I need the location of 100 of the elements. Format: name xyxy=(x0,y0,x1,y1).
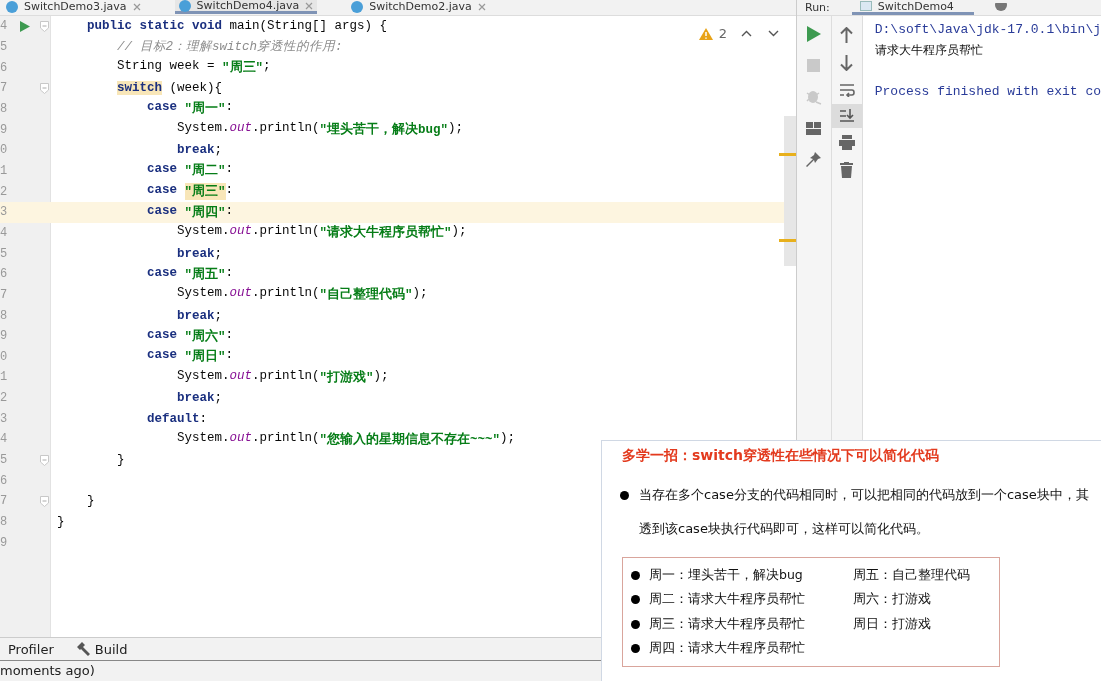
slide-title: 多学一招：switch穿透性在些情况下可以简化代码 xyxy=(622,447,941,465)
code-text: .println( xyxy=(252,286,320,303)
tool-window-button[interactable]: Profiler xyxy=(8,641,54,657)
line-number: 1 xyxy=(0,370,9,385)
string-literal: "周六" xyxy=(184,328,226,345)
code-text: : xyxy=(199,411,208,426)
bullet-text: 当存在多个case分支的代码相同时，可以把相同的代码放到一个case块中，其 xyxy=(639,486,1089,504)
keyword: case xyxy=(147,162,178,179)
warning-marker[interactable] xyxy=(779,239,796,242)
fold-icon[interactable] xyxy=(40,20,49,32)
scrollbar[interactable] xyxy=(784,116,796,266)
list-item-text: 周四：请求大牛程序员帮忙 xyxy=(649,640,805,658)
line-number: 5 xyxy=(0,40,9,54)
line-number: 6 xyxy=(0,267,9,282)
string-literal: "周三" xyxy=(222,59,264,77)
hammer-icon xyxy=(75,642,90,656)
bullet-icon xyxy=(631,570,640,580)
down-arrow-icon[interactable] xyxy=(840,55,854,71)
string-literal: "周一" xyxy=(184,100,226,118)
field-name: out xyxy=(229,430,253,447)
print-icon[interactable] xyxy=(838,135,855,150)
line-number: 0 xyxy=(0,143,9,158)
string-literal: "自己整理代码" xyxy=(319,286,413,304)
previous-icon[interactable] xyxy=(741,30,752,37)
line-number: 8 xyxy=(0,308,9,323)
code-text: ); xyxy=(500,430,516,447)
run-tab[interactable]: SwitchDemo4 xyxy=(851,0,974,15)
keyword: case xyxy=(147,327,178,344)
code-text: System. xyxy=(177,121,230,138)
next-icon[interactable] xyxy=(768,30,779,37)
console-icon xyxy=(859,1,872,11)
run-label: Run: xyxy=(805,1,830,14)
code-text: (week){ xyxy=(168,81,223,96)
code-text: .println( xyxy=(252,430,320,447)
editor-tab[interactable]: SwitchDemo4.java xyxy=(174,0,318,14)
code-text: ; xyxy=(214,143,223,158)
code-text: ); xyxy=(448,121,464,138)
up-arrow-icon[interactable] xyxy=(840,27,854,43)
run-icon[interactable] xyxy=(20,20,30,32)
string-literal: "埋头苦干，解决bug" xyxy=(319,121,449,139)
code-text: : xyxy=(225,265,234,282)
code-text: System. xyxy=(177,369,230,385)
run-icon[interactable] xyxy=(806,26,821,42)
code-text: : xyxy=(225,100,234,117)
string-literal: "周二" xyxy=(184,162,226,180)
fold-icon[interactable] xyxy=(40,82,49,94)
console-line: 请求大牛程序员帮忙 xyxy=(874,42,984,59)
bullet-text: 透到该case块执行代码即可，这样可以简化代码。 xyxy=(639,520,929,538)
code-text: .println( xyxy=(252,369,320,385)
keyword: break xyxy=(177,391,215,406)
line-number: 4 xyxy=(0,432,9,447)
list-item-text: 周日：打游戏 xyxy=(853,615,931,633)
string-literal: "请求大牛程序员帮忙" xyxy=(319,224,452,242)
code-text: : xyxy=(225,183,234,200)
fold-icon[interactable] xyxy=(40,495,49,507)
code-text: ; xyxy=(214,391,223,406)
code-text: ; xyxy=(214,246,223,261)
line-number: 7 xyxy=(0,81,9,96)
keyword: default xyxy=(147,411,200,426)
close-icon[interactable] xyxy=(477,3,486,11)
keyword: case xyxy=(147,203,178,220)
layout-icon[interactable] xyxy=(806,122,822,135)
keyword: switch xyxy=(117,81,162,96)
field-name: out xyxy=(229,286,253,303)
line-number: 4 xyxy=(0,19,9,34)
code-text: } xyxy=(57,515,65,530)
code-text: System. xyxy=(177,286,230,303)
line-number: 3 xyxy=(0,205,9,220)
code-text: ); xyxy=(451,224,467,241)
close-icon[interactable] xyxy=(305,1,314,10)
line-number: 9 xyxy=(0,122,9,137)
code-text: } xyxy=(87,494,95,509)
keyword: case xyxy=(147,183,178,200)
line-number: 6 xyxy=(0,473,9,488)
fold-icon[interactable] xyxy=(40,454,49,466)
keyword: break xyxy=(177,308,215,323)
code-text: ); xyxy=(412,286,428,303)
delete-icon[interactable] xyxy=(840,162,854,178)
code-text: System. xyxy=(177,430,230,447)
close-icon[interactable] xyxy=(132,3,141,11)
editor-tab[interactable]: SwitchDemo2.java xyxy=(347,0,490,14)
wrap-icon[interactable] xyxy=(838,83,855,97)
code-comment: // 目标2：理解switch穿透性的作用: xyxy=(117,38,343,56)
line-number: 0 xyxy=(0,349,9,364)
line-number: 9 xyxy=(0,329,9,344)
console-line: D:\soft\Java\jdk-17.0.1\bin\j xyxy=(874,21,1101,39)
scroll-to-end-button[interactable] xyxy=(831,104,862,128)
list-item-text: 周六：打游戏 xyxy=(853,591,931,609)
editor-tab[interactable]: SwitchDemo3.java xyxy=(2,0,145,14)
pin-icon[interactable] xyxy=(806,152,822,167)
code-text: } xyxy=(117,453,125,468)
warning-marker[interactable] xyxy=(779,153,796,156)
list-item-text: 周二：请求大牛程序员帮忙 xyxy=(649,591,805,609)
scroll-to-end-icon xyxy=(838,109,855,123)
tool-window-button[interactable]: Build xyxy=(75,641,128,657)
warning-icon[interactable] xyxy=(698,27,713,40)
list-item-text: 周三：请求大牛程序员帮忙 xyxy=(649,615,805,633)
string-literal: "周日" xyxy=(184,348,226,366)
field-name: out xyxy=(229,224,253,241)
code-text: : xyxy=(225,327,234,344)
